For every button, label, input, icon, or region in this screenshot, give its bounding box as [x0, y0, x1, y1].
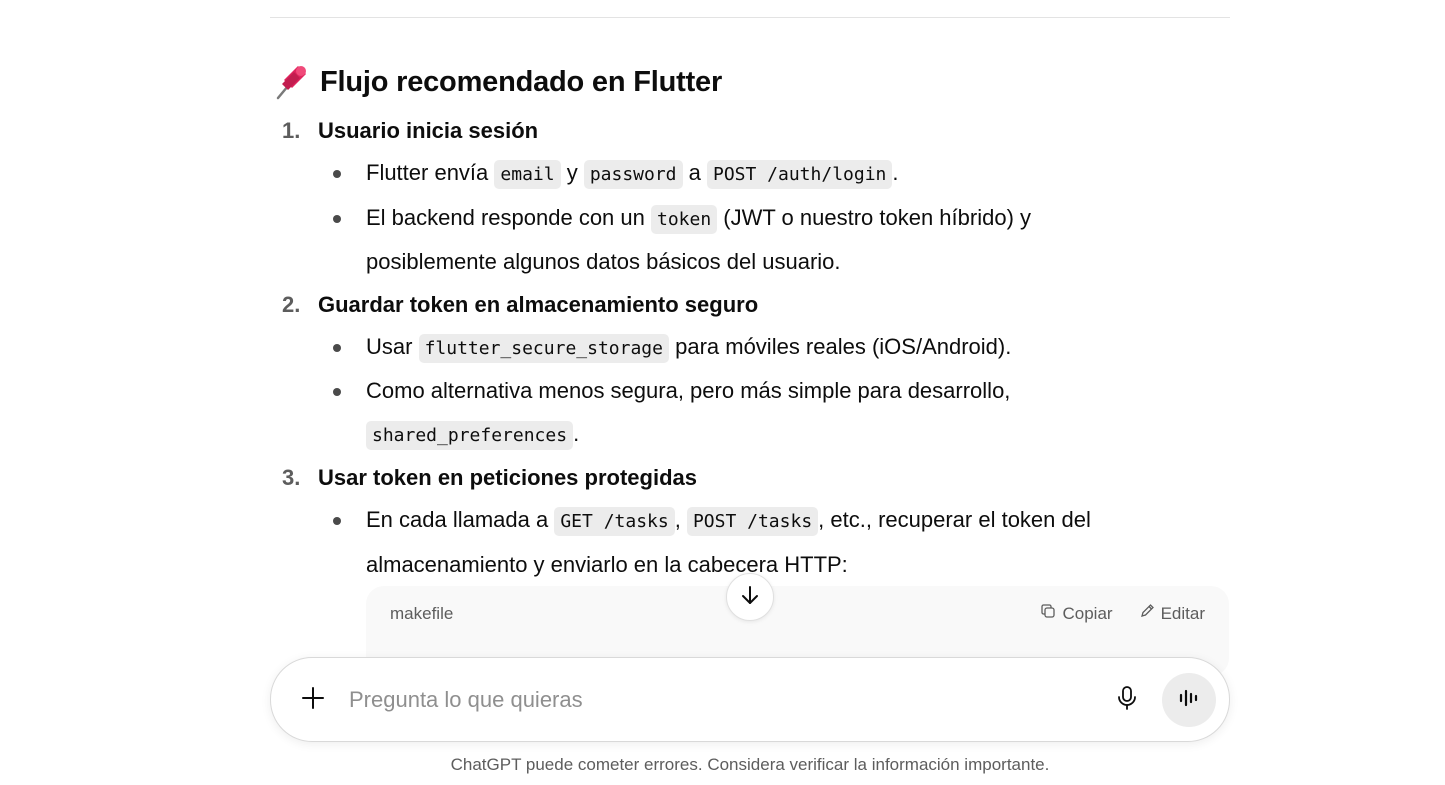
bullet-dot	[333, 170, 341, 178]
step-number: 3.	[282, 465, 301, 490]
inline-code: shared_preferences	[366, 420, 574, 450]
section-heading: Flujo recomendado en Flutter	[274, 62, 722, 102]
list-item: El backend responde con un token (JWT o …	[270, 197, 1210, 284]
code-language-label: makefile	[390, 604, 454, 623]
text: y	[560, 160, 584, 185]
text: .	[892, 160, 899, 185]
list-item: Como alternativa menos segura, pero más …	[270, 370, 1210, 457]
text: posiblemente algunos datos básicos del u…	[366, 249, 841, 274]
microphone-icon	[1115, 685, 1139, 716]
add-attachment-button[interactable]	[293, 680, 333, 720]
edit-code-button[interactable]: Editar	[1139, 603, 1205, 624]
inline-code: POST /tasks	[686, 507, 819, 536]
list-item: En cada llamada a GET /tasks, POST /task…	[270, 499, 1210, 586]
step-number: 2.	[282, 291, 301, 317]
text: para móviles reales (iOS/Android).	[668, 333, 1012, 359]
steps-list: 1. Usuario inicia sesión Flutter envía e…	[270, 110, 1210, 586]
inline-code: POST /auth/login	[706, 160, 893, 189]
text: Usar	[366, 333, 419, 359]
bullet-dot	[333, 517, 341, 525]
text: En cada llamada a	[366, 507, 555, 532]
copy-icon	[1040, 603, 1056, 624]
text: .	[573, 420, 580, 446]
step-number: 1.	[282, 118, 301, 143]
text: ,	[674, 507, 687, 532]
inline-code: token	[650, 204, 718, 234]
step-1: 1. Usuario inicia sesión	[270, 110, 1210, 152]
text: , etc., recuperar el token del	[818, 507, 1091, 532]
copy-code-button[interactable]: Copiar	[1040, 603, 1113, 624]
step-2: 2. Guardar token en almacenamiento segur…	[270, 284, 1210, 326]
top-divider	[270, 17, 1230, 18]
code-actions: Copiar Editar	[1040, 603, 1205, 624]
bullet-dot	[333, 343, 341, 352]
pencil-icon	[1139, 603, 1155, 624]
inline-code: flutter_secure_storage	[418, 333, 669, 363]
scroll-to-bottom-button[interactable]	[726, 573, 774, 621]
text: a	[682, 160, 707, 185]
list-item: Usar flutter_secure_storage para móviles…	[270, 326, 1210, 371]
text: El backend responde con un	[366, 204, 651, 230]
step-3: 3. Usar token en peticiones protegidas	[270, 457, 1210, 499]
pushpin-icon	[274, 62, 310, 102]
text: Flutter envía	[366, 160, 495, 185]
inline-code: password	[583, 160, 683, 189]
text: Como alternativa menos segura, pero más …	[366, 378, 1011, 403]
bullet-dot	[333, 214, 341, 223]
plus-icon	[300, 685, 326, 716]
disclaimer: ChatGPT puede cometer errores. Considera…	[450, 755, 1050, 774]
voice-mode-button[interactable]	[1162, 673, 1216, 727]
prompt-input[interactable]	[349, 680, 1089, 720]
waveform-icon	[1176, 685, 1202, 716]
inline-code: GET /tasks	[554, 507, 675, 536]
dictate-button[interactable]	[1107, 680, 1147, 720]
composer	[270, 657, 1230, 742]
step-title: Usuario inicia sesión	[318, 118, 539, 143]
text: (JWT o nuestro token híbrido) y	[717, 204, 1032, 230]
list-item: Flutter envía email y password a POST /a…	[270, 152, 1210, 197]
inline-code: email	[494, 160, 561, 189]
section-title: Flujo recomendado en Flutter	[320, 65, 723, 98]
bullet-dot	[333, 388, 341, 396]
copy-label: Copiar	[1062, 603, 1113, 623]
step-title: Usar token en peticiones protegidas	[318, 465, 697, 490]
edit-label: Editar	[1160, 603, 1205, 623]
arrow-down-icon	[738, 583, 762, 612]
text: almacenamiento y enviarlo en la cabecera…	[366, 551, 848, 577]
step-title: Guardar token en almacenamiento seguro	[318, 291, 759, 317]
